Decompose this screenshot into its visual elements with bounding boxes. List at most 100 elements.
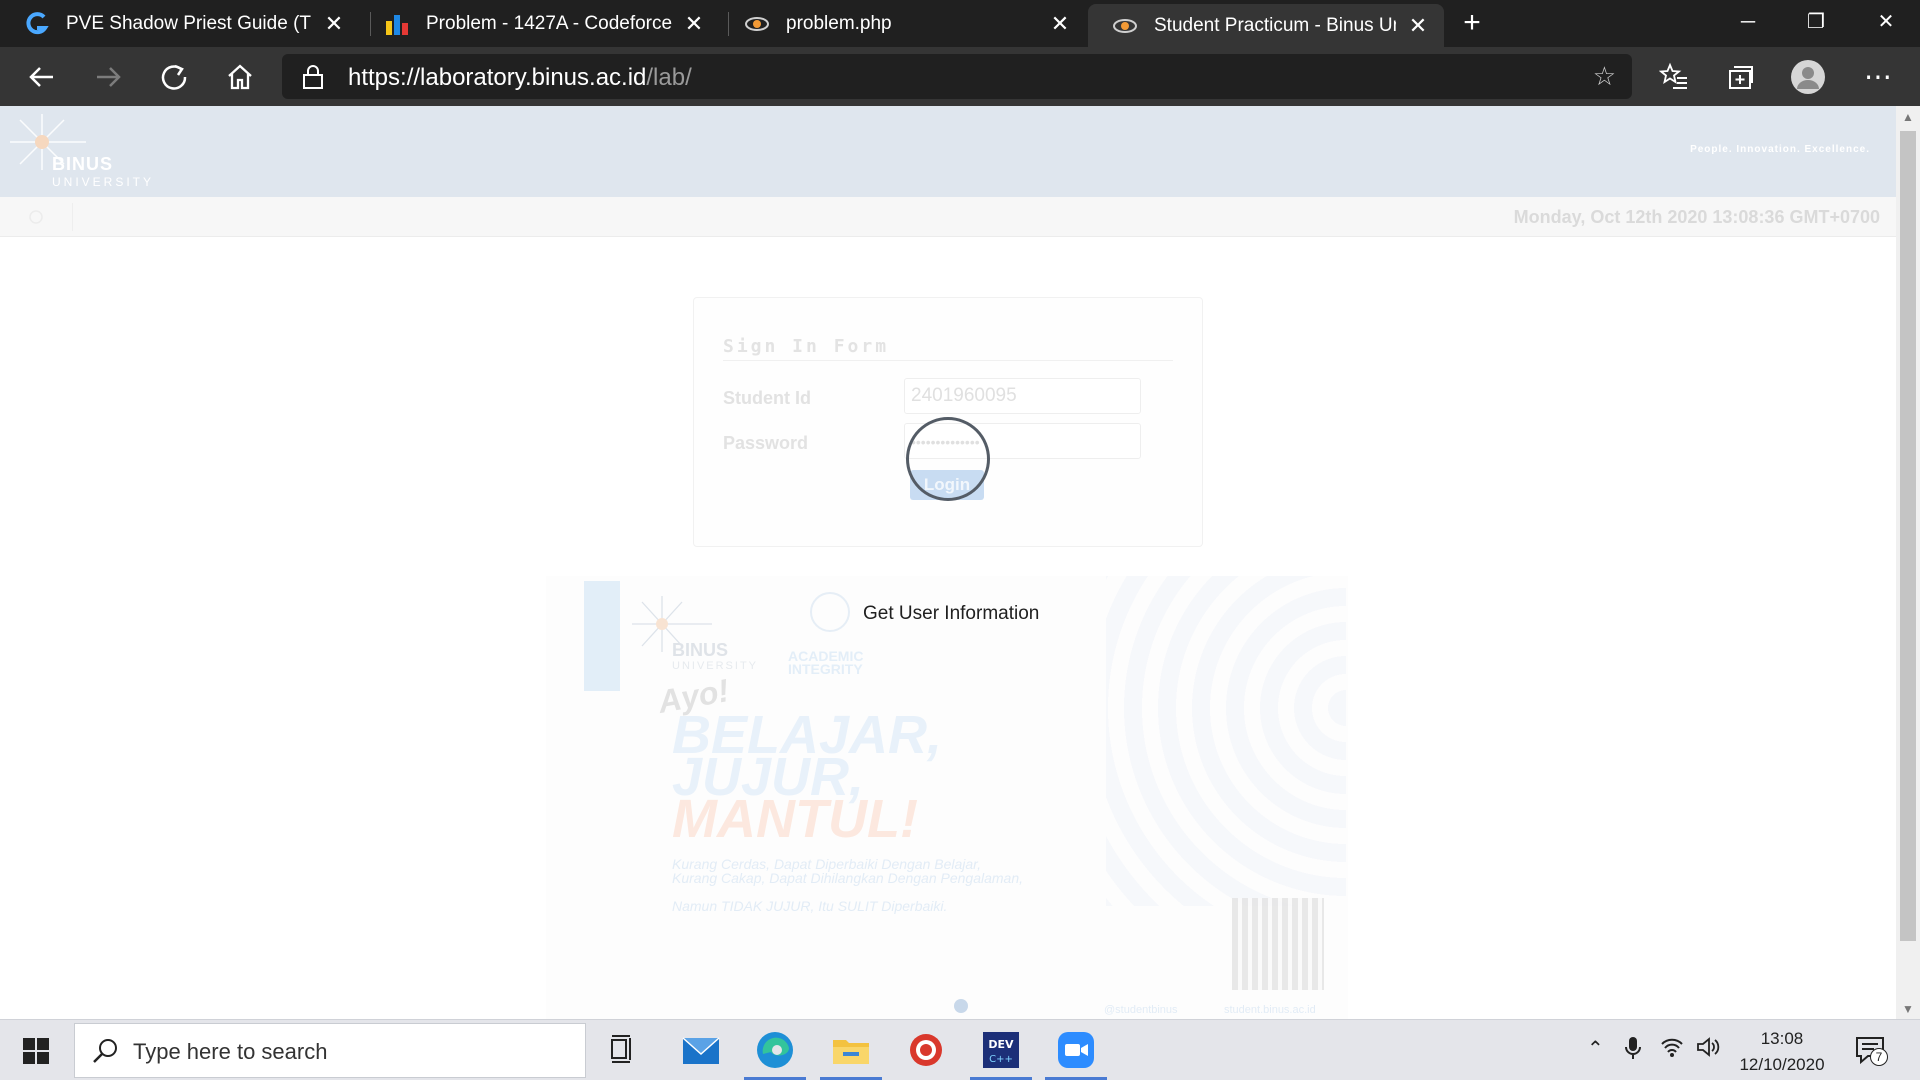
volume-icon[interactable] <box>1696 1036 1720 1064</box>
tab-codeforces[interactable]: Problem - 1427A - Codeforces ✕ <box>360 0 720 47</box>
guide-favicon-icon <box>24 11 50 37</box>
ellipsis-icon: ⋯ <box>1864 61 1892 92</box>
qr-code <box>1232 898 1324 990</box>
home-icon <box>228 64 252 90</box>
date-bar: Monday, Oct 12th 2020 13:08:36 GMT+0700 <box>0 197 1896 237</box>
small-logo-icon <box>29 210 43 224</box>
favorites-list-icon <box>1658 62 1687 89</box>
svg-text:DEV: DEV <box>988 1038 1014 1051</box>
devcpp-app-button[interactable]: DEV C++ <box>979 1028 1023 1072</box>
collections-button[interactable] <box>1718 55 1762 99</box>
mail-app-button[interactable] <box>679 1028 723 1072</box>
wifi-icon[interactable] <box>1660 1036 1684 1064</box>
restore-button[interactable]: ❐ <box>1782 0 1850 44</box>
tab-problem-php[interactable]: problem.php ✕ <box>720 0 1086 47</box>
scroll-up-icon[interactable]: ▲ <box>1896 110 1920 124</box>
task-view-button[interactable] <box>600 1028 644 1072</box>
folder-icon <box>833 1040 869 1064</box>
new-tab-button[interactable]: + <box>1455 6 1489 40</box>
more-menu-button[interactable]: ⋯ <box>1856 55 1900 99</box>
close-icon[interactable]: ✕ <box>1406 13 1430 38</box>
avatar-icon <box>1791 60 1825 94</box>
academic-integrity-poster: BINUS UNIVERSITY ACADEMIC INTEGRITY Ayo!… <box>546 576 1348 1019</box>
favorite-star-icon[interactable]: ☆ <box>1593 61 1616 92</box>
site-header: BINUS UNIVERSITY People. Innovation. Exc… <box>0 106 1896 197</box>
poster-social-handle: @studentbinus <box>1104 1004 1178 1016</box>
search-icon <box>93 1039 117 1063</box>
url-path: /lab/ <box>646 64 692 91</box>
clock-time: 13:08 <box>1760 1029 1804 1048</box>
lock-icon <box>303 65 323 89</box>
svg-text:C++: C++ <box>989 1054 1013 1065</box>
poster-brand-sub: UNIVERSITY <box>672 660 759 672</box>
task-view-icon <box>611 1035 631 1063</box>
back-arrow-icon <box>29 67 53 87</box>
carousel-dot[interactable] <box>954 999 968 1013</box>
binus-favicon-icon <box>744 11 770 37</box>
mail-icon <box>682 1037 720 1064</box>
search-placeholder: Type here to search <box>133 1039 328 1064</box>
loading-spinner <box>906 417 990 501</box>
collections-icon <box>1729 66 1753 89</box>
close-icon[interactable]: ✕ <box>1048 11 1072 36</box>
loading-message: Get User Information <box>863 603 1040 624</box>
tab-label: Problem - 1427A - Codeforces <box>426 12 672 34</box>
profile-button[interactable] <box>1786 55 1830 99</box>
student-id-label: Student Id <box>723 388 811 408</box>
taskbar-search-box[interactable]: Type here to search <box>74 1023 586 1078</box>
edge-icon <box>757 1032 793 1068</box>
refresh-button[interactable] <box>152 55 196 99</box>
url-text: https://laboratory.binus.ac.id/lab/ <box>348 64 692 92</box>
scrollbar-thumb[interactable] <box>1900 131 1916 941</box>
file-explorer-button[interactable] <box>829 1028 873 1072</box>
poster-word-mantul: MANTUL! <box>672 789 918 849</box>
forward-arrow-icon <box>97 67 121 87</box>
system-clock[interactable]: 13:08 12/10/2020 <box>1732 1026 1832 1078</box>
poster-line-2: Kurang Cakap, Dapat Dihilangkan Dengan P… <box>672 870 1024 886</box>
brand-name: BINUS <box>52 154 114 174</box>
student-id-input[interactable]: 2401960095 <box>904 378 1141 414</box>
tab-label: PVE Shadow Priest Guide (TBC 2. <box>66 12 312 34</box>
site-tagline: People. Innovation. Excellence. <box>1690 144 1870 155</box>
windows-taskbar: Type here to search DEV C++ ⌃ 13:08 12/10… <box>0 1019 1920 1080</box>
page-scrollbar[interactable]: ▲ ▼ <box>1896 106 1920 1019</box>
divider <box>72 203 73 231</box>
clock-date: 12/10/2020 <box>1739 1055 1825 1074</box>
tab-label: problem.php <box>786 12 892 34</box>
fingerprint-icon <box>810 592 850 632</box>
divider <box>723 360 1173 361</box>
notification-count-badge: 7 <box>1870 1048 1888 1066</box>
poster-site: student.binus.ac.id <box>1224 1004 1316 1016</box>
close-window-button[interactable]: ✕ <box>1852 0 1920 44</box>
web-page: BINUS UNIVERSITY People. Innovation. Exc… <box>0 106 1896 1019</box>
circular-app-icon <box>910 1034 942 1066</box>
poster-brand: BINUS <box>672 640 729 660</box>
brand-sub: UNIVERSITY <box>52 175 155 189</box>
start-button[interactable] <box>14 1034 58 1068</box>
scroll-down-icon[interactable]: ▼ <box>1896 1002 1920 1016</box>
windows-logo-icon <box>23 1038 49 1064</box>
close-icon[interactable]: ✕ <box>682 11 706 36</box>
tab-label: Student Practicum - Binus Univer <box>1154 14 1396 36</box>
home-button[interactable] <box>218 55 262 99</box>
refresh-icon <box>161 64 187 90</box>
chevron-up-icon[interactable]: ⌃ <box>1587 1036 1604 1061</box>
current-datetime: Monday, Oct 12th 2020 13:08:36 GMT+0700 <box>1513 207 1880 227</box>
academic-integrity-label: ACADEMIC INTEGRITY <box>788 649 863 677</box>
close-icon[interactable]: ✕ <box>322 11 346 36</box>
notification-center-button[interactable]: 7 <box>1854 1034 1888 1068</box>
favorites-button[interactable] <box>1652 55 1696 99</box>
poster-side-strip <box>584 581 620 691</box>
tab-shadow-priest-guide[interactable]: PVE Shadow Priest Guide (TBC 2. ✕ <box>0 0 360 47</box>
url-host: https://laboratory.binus.ac.id <box>348 64 647 91</box>
back-button[interactable] <box>20 55 64 99</box>
tab-student-practicum[interactable]: Student Practicum - Binus Univer ✕ <box>1088 4 1444 47</box>
forward-button[interactable] <box>86 55 130 99</box>
zoom-app-button[interactable] <box>1054 1028 1098 1072</box>
minimize-button[interactable]: ─ <box>1714 0 1782 44</box>
edge-app-button[interactable] <box>753 1028 797 1072</box>
address-bar[interactable]: https://laboratory.binus.ac.id/lab/ ☆ <box>282 54 1632 99</box>
chrome-app-button[interactable] <box>904 1028 948 1072</box>
microphone-icon[interactable] <box>1624 1036 1642 1066</box>
integrity-line-2: INTEGRITY <box>788 661 863 677</box>
